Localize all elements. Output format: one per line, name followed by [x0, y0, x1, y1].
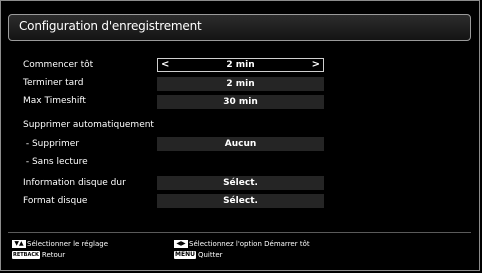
page-title: Configuration d'enregistrement — [19, 19, 202, 33]
hint-quit-text: Quitter — [197, 251, 223, 259]
label-sans-lecture: - Sans lecture — [23, 157, 88, 167]
hint-return-text: Retour — [41, 251, 66, 259]
footer-separator — [8, 232, 471, 233]
hint-select-setting-text: Sélectionner le réglage — [27, 240, 109, 248]
retback-key-icon: RETBACK — [12, 251, 40, 259]
value-max-timeshift[interactable]: 30 min — [157, 95, 324, 109]
value-commencer-tot[interactable]: < 2 min > — [157, 58, 324, 72]
up-down-arrows-icon: ▼▲ — [12, 240, 26, 248]
label-commencer-tot: Commencer tôt — [23, 60, 94, 70]
hint-select-setting: ▼▲ Sélectionner le réglage — [12, 240, 108, 248]
left-right-arrows-icon: ◀▶ — [174, 240, 188, 248]
label-format-disque: Format disque — [23, 196, 88, 206]
title-bar: Configuration d'enregistrement — [8, 14, 471, 41]
label-supprimer: - Supprimer — [23, 139, 80, 149]
hint-quit: MENU Quitter — [174, 251, 223, 259]
hint-return: RETBACK Retour — [12, 251, 65, 259]
hint-select-option-text: Sélectionnez l'option Démarrer tôt — [189, 240, 310, 248]
value-format-disque[interactable]: Sélect. — [157, 194, 324, 208]
right-arrow-icon[interactable]: > — [312, 59, 320, 71]
value-terminer-tard[interactable]: 2 min — [157, 77, 324, 91]
label-supprimer-auto: Supprimer automatiquement — [23, 120, 154, 130]
left-arrow-icon[interactable]: < — [161, 59, 169, 71]
label-max-timeshift: Max Timeshift — [23, 96, 86, 106]
menu-key-icon: MENU — [174, 251, 196, 259]
label-terminer-tard: Terminer tard — [23, 78, 84, 88]
value-information-disque[interactable]: Sélect. — [157, 176, 324, 190]
value-text: 2 min — [226, 60, 255, 70]
label-information-disque: Information disque dur — [23, 178, 126, 188]
value-supprimer[interactable]: Aucun — [157, 137, 324, 151]
hint-select-option: ◀▶ Sélectionnez l'option Démarrer tôt — [174, 240, 310, 248]
